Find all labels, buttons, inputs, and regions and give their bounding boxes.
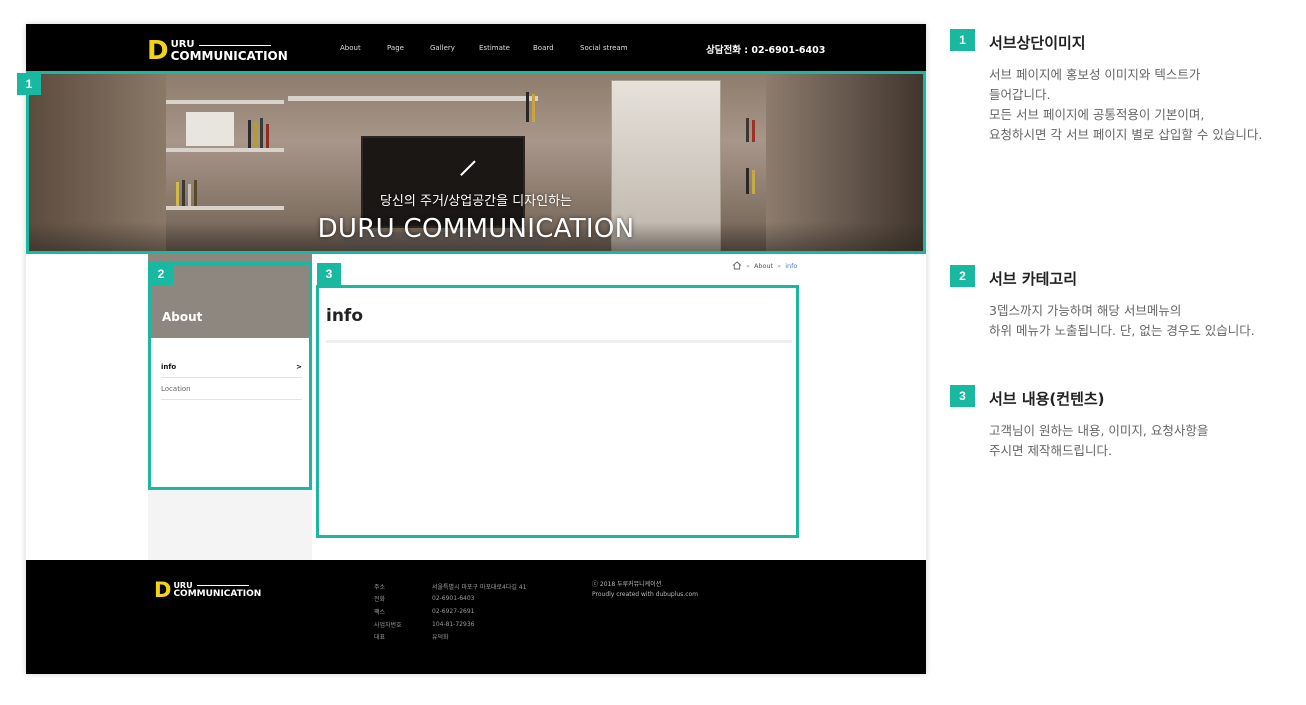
nav-estimate[interactable]: Estimate	[479, 44, 510, 52]
footer-copyright: ⓒ 2018 두루커뮤니케이션. Proudly created with du…	[592, 581, 699, 600]
home-icon[interactable]	[732, 261, 742, 270]
badge-3: 3	[317, 263, 341, 285]
legend-description: 3뎁스까지 가능하며 해당 서브메뉴의 하위 메뉴가 노출됩니다. 단, 없는 …	[989, 303, 1255, 338]
breadcrumb-separator: »	[777, 261, 782, 270]
site-logo[interactable]: D URU COMMUNICATION	[147, 36, 288, 66]
nav-social-stream[interactable]: Social stream	[580, 44, 628, 52]
legend-number: 2	[950, 265, 975, 287]
footer-company-info: 주소 서울특별시 마포구 마포대로4다길 41 전화 02-6901-6403 팩스…	[374, 580, 526, 643]
highlight-box-3	[316, 285, 799, 538]
footer-logo[interactable]: D URU COMMUNICATION	[154, 578, 261, 602]
legend-title: 서브 카테고리	[989, 270, 1078, 288]
logo-initial: D	[147, 36, 169, 66]
breadcrumb-about[interactable]: About	[754, 262, 773, 270]
footer-row: 주소 서울특별시 마포구 마포대로4다길 41	[374, 583, 527, 591]
nav-page[interactable]: Page	[387, 44, 404, 52]
badge-1: 1	[17, 73, 41, 95]
site-footer: D URU COMMUNICATION 주소 서울특별시 마포구 마포대로4다길 …	[26, 560, 926, 674]
legend-number: 3	[950, 385, 975, 407]
legend-number: 1	[950, 29, 975, 51]
footer-row: 전화 02-6901-6403	[374, 595, 475, 604]
legend-title: 서브 내용(컨텐츠)	[989, 390, 1105, 408]
nav-board[interactable]: Board	[533, 44, 554, 52]
legend-description: 서브 페이지에 홍보성 이미지와 텍스트가 들어갑니다. 모든 서브 페이지에 …	[989, 67, 1263, 142]
footer-row: 사업자번호 104-81-72936	[374, 620, 475, 629]
breadcrumb-current: info	[785, 261, 798, 270]
badge-2: 2	[149, 263, 173, 285]
footer-row: 대표 유덕화	[374, 634, 449, 642]
nav-about[interactable]: About	[340, 44, 361, 52]
site-header: D URU COMMUNICATION About Page Gallery E…	[26, 24, 926, 72]
logo-initial: D	[154, 578, 172, 602]
consult-phone: 상담전화 : 02-6901-6403	[706, 45, 826, 56]
highlight-box-2	[148, 262, 312, 490]
legend-title: 서브상단이미지	[989, 34, 1086, 52]
logo-line2: COMMUNICATION	[170, 49, 288, 63]
breadcrumb: » About » info	[732, 261, 797, 270]
nav-gallery[interactable]: Gallery	[430, 44, 455, 52]
breadcrumb-separator: »	[746, 261, 750, 270]
footer-credit[interactable]: Proudly created with dubuplus.com	[592, 590, 698, 600]
legend-description: 고객님이 원하는 내용, 이미지, 요청사항을 주시면 제작해드립니다.	[989, 423, 1209, 458]
logo-line2: COMMUNICATION	[173, 588, 262, 599]
highlight-box-1	[26, 71, 926, 254]
footer-row: 팩스 02-6927-2691	[374, 607, 475, 616]
